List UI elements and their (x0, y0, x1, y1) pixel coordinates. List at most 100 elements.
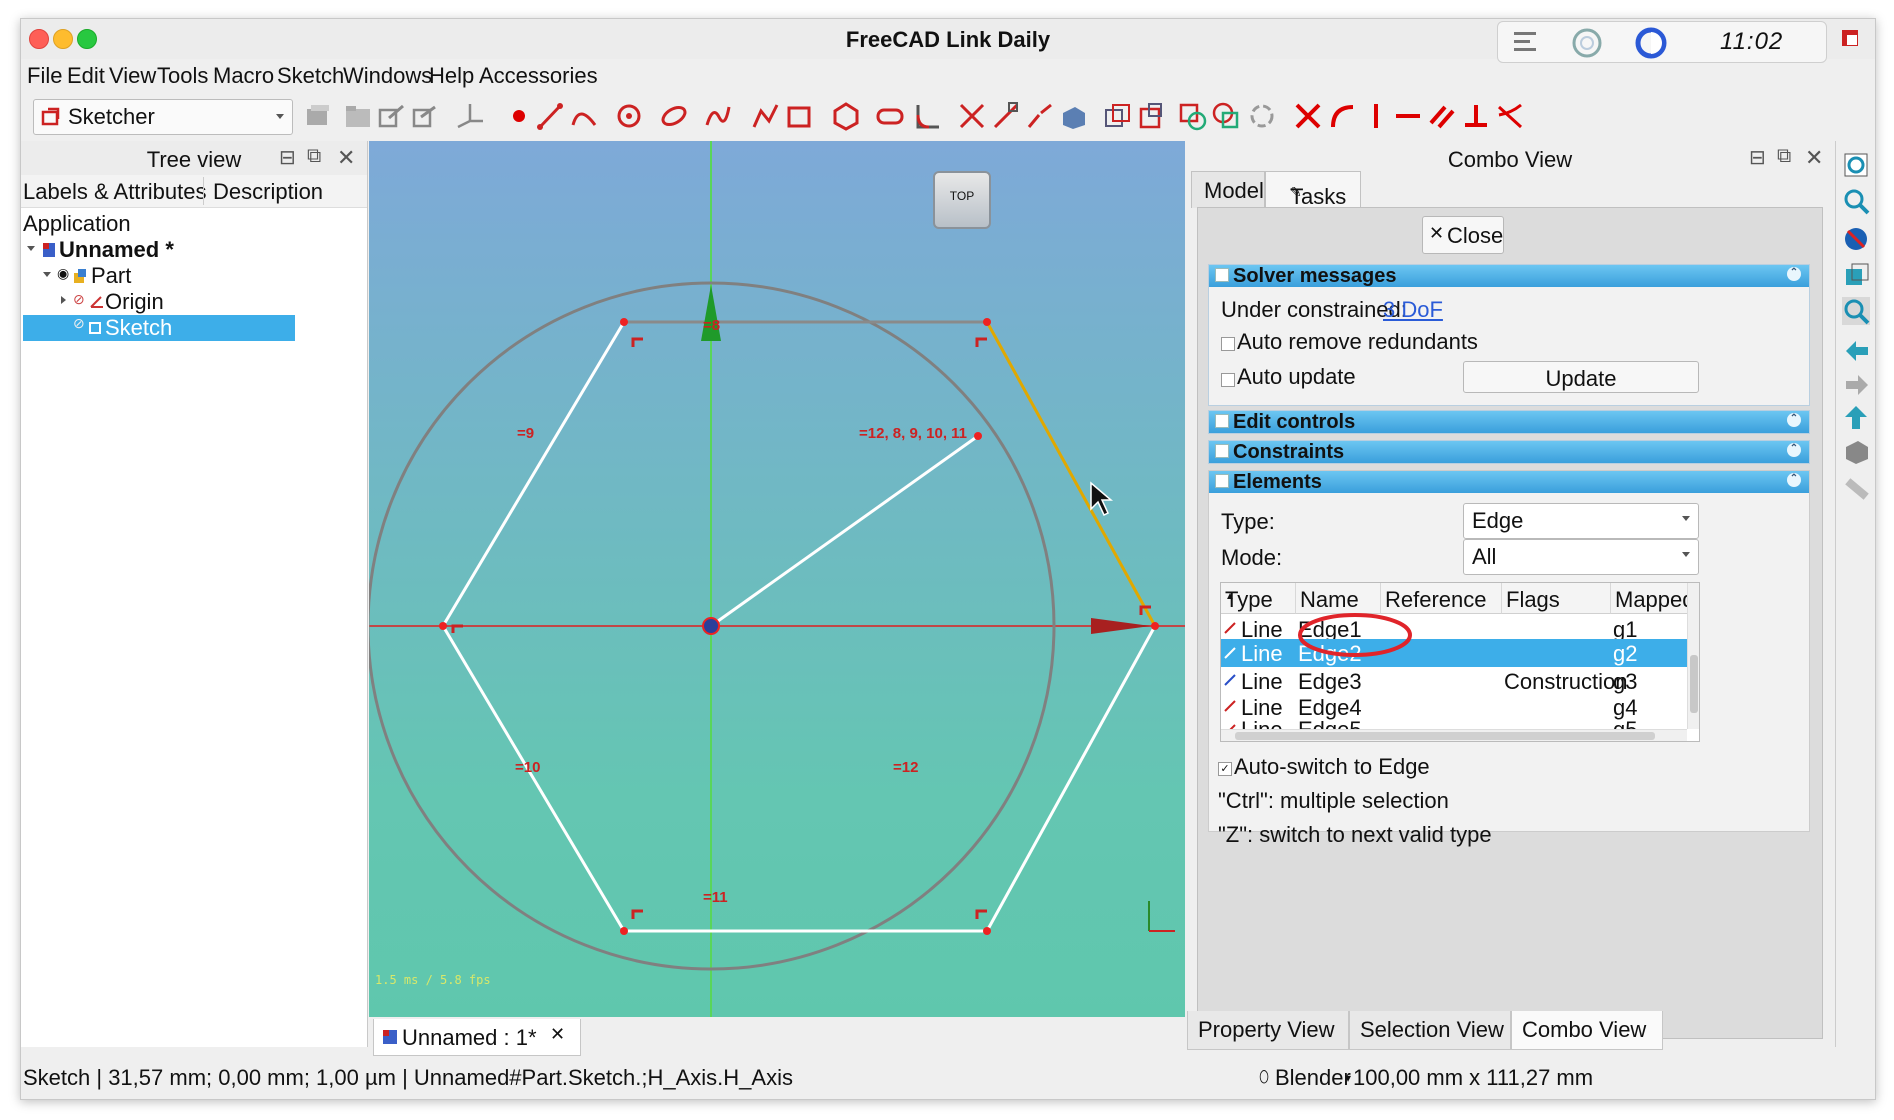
forward-arrow-icon[interactable] (1842, 371, 1870, 399)
vertex-point[interactable] (439, 622, 447, 630)
edge2-selected[interactable] (985, 321, 1157, 627)
vertex-point[interactable] (620, 927, 628, 935)
tab-tasks[interactable]: ✎ Tasks (1265, 171, 1361, 209)
point-on-object-icon[interactable] (1327, 101, 1357, 131)
menu-view[interactable]: View (109, 63, 156, 89)
section-header[interactable]: Elements ⌃ (1209, 471, 1809, 493)
hidden-eye-icon[interactable]: ⊘ (73, 291, 85, 308)
tab-model[interactable]: Model (1191, 171, 1265, 208)
up-arrow-icon[interactable] (1842, 403, 1870, 431)
column-header-mapped[interactable]: Mapped (1611, 583, 1695, 614)
isometric-view-icon[interactable] (1842, 261, 1870, 289)
origin-point[interactable] (702, 617, 720, 635)
arc-icon[interactable] (569, 101, 599, 131)
angle-constraint-mark[interactable] (975, 909, 987, 919)
trim-icon[interactable] (957, 101, 987, 131)
sketch-canvas[interactable] (369, 141, 1185, 1017)
close-panel-icon[interactable]: ✕ (1805, 145, 1823, 171)
auto-switch-checkbox[interactable]: ✓ (1218, 762, 1232, 776)
menu-lines-icon[interactable] (1512, 28, 1540, 56)
point-icon[interactable] (507, 101, 537, 131)
move-icon[interactable] (1211, 101, 1241, 131)
circle-icon[interactable] (615, 101, 645, 131)
vertical-scrollbar[interactable] (1687, 583, 1699, 729)
horizontal-scrollbar[interactable] (1221, 729, 1687, 741)
coincident-icon[interactable] (1293, 101, 1323, 131)
carbon-copy-icon[interactable] (1103, 101, 1133, 131)
fillet-icon[interactable] (913, 101, 943, 131)
table-row-partial[interactable]: Line Edge5 g5 (1221, 717, 1687, 729)
slot-icon[interactable] (875, 101, 905, 131)
equal-constraint-label[interactable]: =8 (703, 317, 720, 334)
dof-link[interactable]: 3 DoF (1383, 297, 1443, 323)
polygon-icon[interactable] (831, 101, 861, 131)
tab-property-view[interactable]: Property View (1187, 1011, 1349, 1050)
collapse-icon[interactable]: ⌃ (1787, 267, 1801, 281)
parallel-constraint-icon[interactable] (1427, 101, 1457, 131)
copy-clone-icon[interactable] (1177, 101, 1207, 131)
menu-tools[interactable]: Tools (157, 63, 208, 89)
mode-select[interactable]: All (1463, 539, 1699, 575)
restore-panel-icon[interactable]: ⊟ (1749, 145, 1766, 170)
view-section-icon[interactable] (455, 101, 485, 131)
vertex-point[interactable] (983, 927, 991, 935)
angle-constraint-mark[interactable] (975, 337, 987, 347)
folder-icon[interactable] (343, 101, 373, 131)
perpendicular-constraint-icon[interactable] (1461, 101, 1491, 131)
angle-constraint-mark[interactable] (631, 909, 643, 919)
section-header[interactable]: Edit controls ⌃ (1209, 411, 1809, 433)
bspline-icon[interactable] (703, 101, 733, 131)
type-select[interactable]: Edge (1463, 503, 1699, 539)
collapse-icon[interactable]: ⌃ (1787, 443, 1801, 457)
menu-macro[interactable]: Macro (213, 63, 274, 89)
equal-constraint-label[interactable]: =12, 8, 9, 10, 11 (859, 425, 967, 442)
split-icon[interactable] (1025, 101, 1055, 131)
menu-sketch[interactable]: Sketch (277, 63, 344, 89)
float-panel-icon[interactable]: ⧉ (307, 145, 321, 168)
hidden-eye-icon[interactable]: ⊘ (73, 315, 85, 332)
column-labels[interactable]: Labels & Attributes (23, 179, 206, 205)
column-description[interactable]: Description (213, 179, 323, 205)
workbench-selector[interactable]: Sketcher (33, 99, 293, 135)
visibility-eye-icon[interactable]: ◉ (57, 265, 69, 282)
auto-update-checkbox[interactable] (1221, 373, 1235, 387)
tab-combo-view[interactable]: Combo View (1511, 1011, 1663, 1050)
rectangle-icon[interactable] (785, 101, 815, 131)
tree-item-sketch[interactable]: ⊘ Sketch (23, 315, 295, 341)
column-header-flags[interactable]: Flags (1502, 583, 1611, 614)
navigation-cube[interactable]: TOP (933, 171, 991, 229)
vertex-point[interactable] (620, 318, 628, 326)
update-button[interactable]: Update (1463, 361, 1699, 393)
collapse-icon[interactable]: ⌃ (1787, 473, 1801, 487)
equal-constraint-label[interactable]: =10 (515, 759, 540, 776)
back-arrow-icon[interactable] (1842, 337, 1870, 365)
column-header-type[interactable]: Type ▲ (1221, 583, 1296, 614)
angle-constraint-mark[interactable] (451, 624, 463, 633)
draw-style-icon[interactable] (1842, 225, 1870, 253)
progress-ring-icon[interactable] (1634, 26, 1668, 60)
measure-icon[interactable] (1842, 475, 1870, 503)
part-box-icon[interactable] (303, 101, 333, 131)
3d-viewport[interactable]: =8 =9 =12, 8, 9, 10, 11 =10 =12 =11 TOP … (369, 141, 1185, 1017)
expand-arrow-icon[interactable] (27, 246, 35, 251)
expand-arrow-icon[interactable] (61, 296, 66, 304)
conic-icon[interactable] (659, 101, 689, 131)
restore-panel-icon[interactable]: ⊟ (279, 145, 296, 170)
menu-help[interactable]: Help (429, 63, 474, 89)
menu-windows[interactable]: Windows (343, 63, 432, 89)
close-panel-icon[interactable]: ✕ (337, 145, 355, 171)
vertex-point[interactable] (983, 318, 991, 326)
tab-selection-view[interactable]: Selection View (1349, 1011, 1511, 1050)
vertex-point[interactable] (974, 432, 982, 440)
menu-edit[interactable]: Edit (67, 63, 105, 89)
menu-file[interactable]: File (27, 63, 62, 89)
box-view-icon[interactable] (1842, 437, 1870, 465)
angle-constraint-mark[interactable] (631, 337, 643, 347)
section-header[interactable]: Constraints ⌃ (1209, 441, 1809, 463)
collapse-icon[interactable]: ⌃ (1787, 413, 1801, 427)
toggle-construction-icon[interactable] (1137, 101, 1167, 131)
view-sketch-icon[interactable] (411, 101, 441, 131)
table-row-selected[interactable]: Line Edge2 g2 (1221, 639, 1687, 667)
equal-constraint-label[interactable]: =9 (517, 425, 534, 442)
zoom-box-icon[interactable] (1842, 297, 1870, 325)
